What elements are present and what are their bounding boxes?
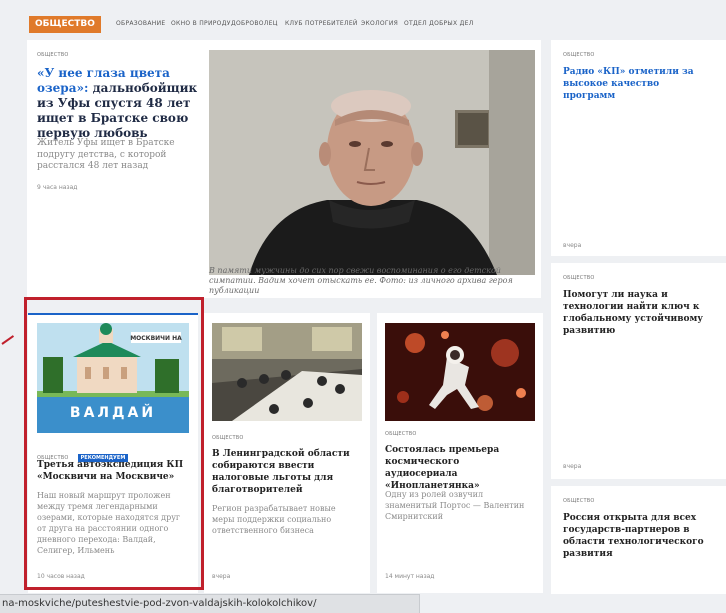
- side-title[interactable]: Радио «КП» отметили за высокое качество …: [563, 66, 713, 102]
- side-time: вчера: [563, 242, 582, 249]
- feature-time: 9 часа назад: [37, 184, 78, 191]
- nav-link-volunteer[interactable]: ДОБРОВОЛЕЦ: [231, 20, 278, 27]
- nav-link-good-deeds[interactable]: ОТДЕЛ ДОБРЫХ ДЕЛ: [404, 20, 474, 27]
- nav-link-education[interactable]: ОБРАЗОВАНИЕ: [116, 20, 165, 27]
- side-tag[interactable]: ОБЩЕСТВО: [563, 498, 595, 504]
- card-tag[interactable]: ОБЩЕСТВО: [385, 431, 417, 437]
- page-frame: ОБЩЕСТВО ОБРАЗОВАНИЕ ОКНО В ПРИРОДУ ДОБР…: [0, 0, 726, 613]
- card-time: вчера: [212, 573, 231, 580]
- feature-photo-caption: В памяти мужчины до сих пор свежи воспом…: [209, 266, 513, 295]
- side-title[interactable]: Помогут ли наука и технологии найти ключ…: [563, 289, 713, 337]
- card-lead: Одну из ролей озвучил знаменитый Портос …: [385, 490, 525, 521]
- section-badge[interactable]: ОБЩЕСТВО: [29, 16, 101, 33]
- side-card-radio[interactable]: ОБЩЕСТВО Радио «КП» отметили за высокое …: [551, 40, 726, 256]
- side-time: вчера: [563, 463, 582, 470]
- feature-lead: Житель Уфы ищет в Братске подругу детств…: [37, 138, 175, 171]
- card-tag[interactable]: ОБЩЕСТВО: [212, 435, 244, 441]
- feature-photo[interactable]: [209, 50, 535, 275]
- feature-tag[interactable]: ОБЩЕСТВО: [37, 52, 69, 58]
- feature-title[interactable]: «У нее глаза цвета озера»: дальнобойщик …: [37, 66, 205, 141]
- side-tag[interactable]: ОБЩЕСТВО: [563, 275, 595, 281]
- card-leningrad[interactable]: ОБЩЕСТВО В Ленинградской области собираю…: [204, 313, 370, 593]
- side-title[interactable]: Россия открыта для всех государств-партн…: [563, 512, 713, 560]
- status-url: na-moskviche/puteshestvie-pod-zvon-valda…: [0, 594, 420, 613]
- side-card-science[interactable]: ОБЩЕСТВО Помогут ли наука и технологии н…: [551, 263, 726, 479]
- meeting-photo[interactable]: [212, 323, 362, 421]
- card-time: 14 минут назад: [385, 573, 435, 580]
- space-image[interactable]: [385, 323, 535, 421]
- card-lead: Регион разрабатывает новые меры поддержк…: [212, 504, 336, 535]
- nav-link-nature[interactable]: ОКНО В ПРИРОДУ: [171, 20, 231, 27]
- card-title[interactable]: В Ленинградской области собираются ввест…: [212, 448, 360, 496]
- card-audioseries[interactable]: ОБЩЕСТВО Состоялась премьера космическог…: [377, 313, 543, 593]
- highlight-box: [24, 297, 204, 590]
- card-title[interactable]: Состоялась премьера космического аудиосе…: [385, 444, 533, 492]
- feature-card[interactable]: ОБЩЕСТВО «У нее глаза цвета озера»: даль…: [27, 40, 541, 298]
- nav-link-consumer-club[interactable]: КЛУБ ПОТРЕБИТЕЛЕЙ: [285, 20, 358, 27]
- section-nav: ОБЩЕСТВО ОБРАЗОВАНИЕ ОКНО В ПРИРОДУ ДОБР…: [0, 14, 726, 38]
- nav-link-ecology[interactable]: ЭКОЛОГИЯ: [361, 20, 398, 27]
- side-card-russia[interactable]: ОБЩЕСТВО Россия открыта для всех государ…: [551, 486, 726, 594]
- highlight-pointer: [1, 335, 15, 345]
- side-tag[interactable]: ОБЩЕСТВО: [563, 52, 595, 58]
